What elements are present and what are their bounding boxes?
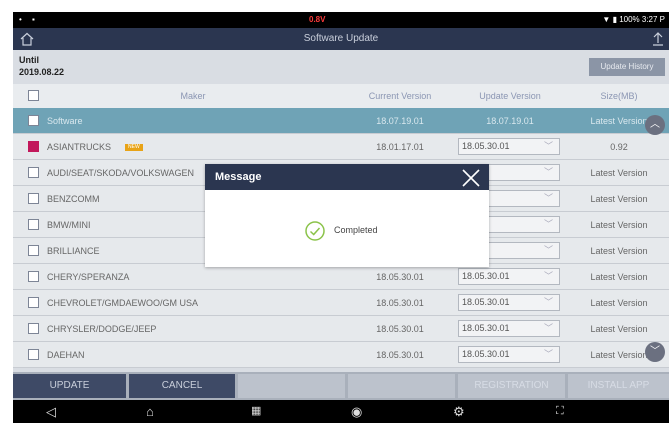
row-size: Latest Version [590,246,648,256]
update-version-select[interactable]: 18.05.30.01 ﹀ [458,268,560,285]
row-checkbox[interactable] [28,245,39,256]
update-version-value: 18.05.30.01 [462,141,510,151]
chevron-down-icon: ﹀ [543,193,553,203]
row-maker: CHEVROLET/GMDAEWOO/GM USA [47,298,199,308]
chevron-down-icon: ﹀ [543,141,553,151]
update-version-value: 18.05.30.01 [462,349,510,359]
row-current-version: 18.05.30.01 [376,298,424,308]
export-icon[interactable] [651,31,665,47]
row-checkbox[interactable] [28,349,39,360]
update-version-select[interactable]: 18.05.30.01 ﹀ [458,320,560,337]
status-left-icons: • ▪ [19,15,39,24]
android-nav-bar: ◁ ⌂ ▦ ◉ ⚙ ⛶ [13,400,669,423]
row-update-version: 18.07.19.01 [486,116,534,126]
row-current-version: 18.01.17.01 [376,142,424,152]
until-date: 2019.08.22 [19,67,65,77]
row-maker: Software [47,116,83,126]
row-current-version: 18.05.30.01 [376,350,424,360]
success-check-icon [305,221,325,241]
row-size: Latest Version [590,272,648,282]
row-checkbox[interactable] [28,219,39,230]
bottom-action-bar: UPDATE CANCEL REGISTRATION INSTALL APP [13,372,669,400]
row-size: Latest Version [590,194,648,204]
table-row[interactable]: CHEVROLET/GMDAEWOO/GM USA 18.05.30.01 18.0… [13,290,669,316]
empty-button-2 [348,374,455,398]
row-size: Latest Version [590,324,648,334]
select-all-checkbox[interactable] [28,90,39,101]
table-row[interactable]: CHRYSLER/DODGE/JEEP 18.05.30.01 18.05.30.0… [13,316,669,342]
row-checkbox[interactable] [28,297,39,308]
status-bar: • ▪ 0.8V ▼ ▮ 100% 3:27 P [13,12,669,28]
row-checkbox[interactable] [28,193,39,204]
scroll-up-icon[interactable]: ︿ [645,115,665,135]
row-checkbox[interactable] [28,167,39,178]
update-version-select[interactable]: 18.05.30.01 ﹀ [458,346,560,363]
row-size: 0.92 [610,142,628,152]
row-size: Latest Version [590,220,648,230]
chevron-down-icon: ﹀ [543,297,553,307]
row-maker: CHRYSLER/DODGE/JEEP [47,324,157,334]
apps-grid-icon[interactable]: ▦ [251,403,261,420]
row-maker: CHERY/SPERANZA [47,272,130,282]
dialog-title: Message [215,171,262,183]
update-history-button[interactable]: Update History [589,58,665,76]
column-size: Size(MB) [600,91,638,101]
row-current-version: 18.07.19.01 [376,116,424,126]
chevron-down-icon: ﹀ [543,323,553,333]
column-update-version: Update Version [479,91,541,101]
until-block: Until 2019.08.22 [19,54,64,78]
registration-button[interactable]: REGISTRATION [458,374,565,398]
column-maker: Maker [180,91,206,101]
row-current-version: 18.05.30.01 [376,324,424,334]
update-version-select[interactable]: 18.05.30.01 ﹀ [458,138,560,155]
table-row[interactable]: Software 18.07.19.01 18.07.19.01 Latest Ver… [13,108,669,134]
update-version-value: 18.05.30.01 [462,297,510,307]
browser-icon[interactable]: ◉ [351,403,362,420]
app-frame: • ▪ 0.8V ▼ ▮ 100% 3:27 P Software Update… [13,12,669,423]
until-label: Until [19,55,39,65]
page-title: Software Update [303,33,379,44]
empty-button-1 [238,374,345,398]
title-bar: Software Update [13,28,669,50]
update-version-value: 18.05.30.01 [462,323,510,333]
row-checkbox[interactable] [28,141,39,152]
table-row[interactable]: CHERY/SPERANZA 18.05.30.01 18.05.30.01 ﹀ Lat… [13,264,669,290]
row-checkbox[interactable] [28,271,39,282]
table-header: Maker Current Version Update Version Siz… [13,84,669,108]
scroll-down-icon[interactable]: ﹀ [645,342,665,362]
dialog-header: Message [205,164,489,190]
message-dialog: Message Completed [205,164,489,267]
back-icon[interactable]: ◁ [46,403,56,420]
row-checkbox[interactable] [28,115,39,126]
row-current-version: 18.05.30.01 [376,272,424,282]
close-icon[interactable] [461,168,481,188]
row-size: Latest Version [590,168,648,178]
table-row[interactable]: ASIANTRUCKS NEW 18.01.17.01 18.05.30.01 ﹀ 0.9… [13,134,669,160]
settings-gear-icon[interactable]: ⚙ [453,403,465,420]
row-checkbox[interactable] [28,323,39,334]
cancel-button[interactable]: CANCEL [129,374,235,398]
column-current-version: Current Version [368,91,432,101]
chevron-down-icon: ﹀ [543,167,553,177]
row-maker: DAEHAN [47,350,85,360]
chevron-down-icon: ﹀ [543,245,553,255]
row-maker: ASIANTRUCKS [47,142,112,152]
dialog-message-text: Completed [334,225,378,235]
home-nav-icon[interactable]: ⌂ [146,403,154,420]
update-version-value: 18.05.30.01 [462,271,510,281]
table-row[interactable]: DAEHAN 18.05.30.01 18.05.30.01 ﹀ Latest Vers… [13,342,669,368]
install-app-button[interactable]: INSTALL APP [568,374,669,398]
new-badge: NEW [125,144,143,151]
battery-voltage: 0.8V [309,15,326,24]
row-size: Latest Version [590,298,648,308]
status-right: ▼ ▮ 100% 3:27 P [602,15,665,24]
chevron-down-icon: ﹀ [543,271,553,281]
screenshot-icon[interactable]: ⛶ [556,403,564,420]
update-button[interactable]: UPDATE [13,374,126,398]
chevron-down-icon: ﹀ [543,349,553,359]
chevron-down-icon: ﹀ [543,219,553,229]
update-version-select[interactable]: 18.05.30.01 ﹀ [458,294,560,311]
